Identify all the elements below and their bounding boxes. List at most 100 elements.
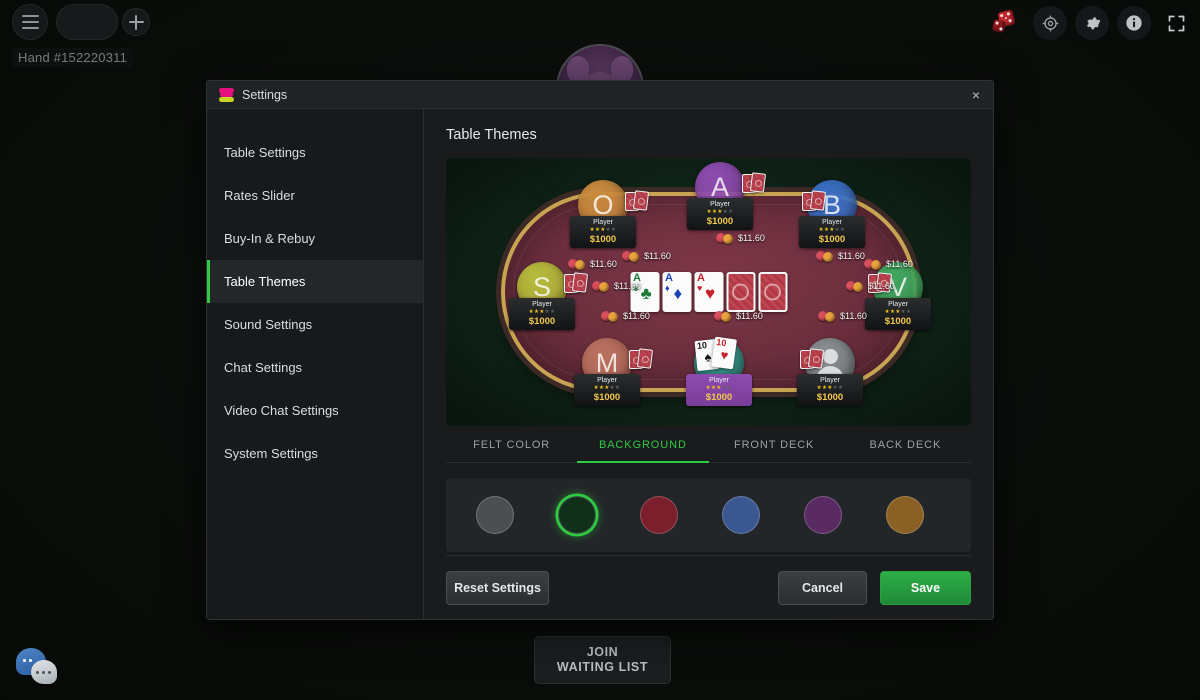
sidebar-item-table-themes[interactable]: Table Themes xyxy=(207,260,423,303)
seat-a-nameplate: Player ★★★★★ $1000 xyxy=(687,198,753,230)
table-theme-preview: O Player ★★★★★ $1000 A Player ★★★★★ $1000 B Playe… xyxy=(446,158,971,426)
join-waiting-list-button[interactable]: JOIN WAITING LIST xyxy=(534,636,671,684)
hamburger-menu-icon[interactable] xyxy=(12,4,48,40)
tab-background[interactable]: BACKGROUND xyxy=(577,426,709,463)
seat-s-hole-cards xyxy=(564,272,590,294)
seat-v-nameplate: Player ★★★★★ $1000 xyxy=(865,298,931,330)
player-name: Player xyxy=(820,377,840,384)
cancel-button[interactable]: Cancel xyxy=(778,570,867,605)
dialog-titlebar: Settings × xyxy=(207,81,993,109)
bet-amount: $11.60 xyxy=(738,233,765,243)
player-name: Player xyxy=(888,301,908,308)
top-toolbar xyxy=(0,0,1200,46)
bet-amount: $11.60 xyxy=(590,259,617,269)
sidebar-item-rates-slider[interactable]: Rates Slider xyxy=(207,174,423,217)
sidebar-item-buy-in-rebuy[interactable]: Buy-In & Rebuy xyxy=(207,217,423,260)
bet-chips-icon xyxy=(568,258,587,270)
tab-label: FELT COLOR xyxy=(473,439,551,451)
color-swatch-red[interactable] xyxy=(640,496,678,534)
player-stack: $1000 xyxy=(593,392,621,403)
bet-chips-icon xyxy=(816,250,835,262)
seat-a-hole-cards xyxy=(742,172,768,194)
sidebar-item-video-chat-settings[interactable]: Video Chat Settings xyxy=(207,389,423,432)
info-icon[interactable] xyxy=(1117,6,1151,40)
settings-dialog: Settings × Table Settings Rates Slider B… xyxy=(206,80,994,620)
sidebar-item-label: Video Chat Settings xyxy=(224,403,339,418)
player-bet-2: $11.60 xyxy=(716,232,765,244)
tab-back-deck[interactable]: BACK DECK xyxy=(840,426,971,462)
tab-label: BACK DECK xyxy=(869,439,942,451)
sidebar-item-label: Buy-In & Rebuy xyxy=(224,231,316,246)
hand-id-label: Hand #152220311 xyxy=(12,48,134,67)
bet-amount: $11.60 xyxy=(838,251,865,261)
bet-amount: $11.60 xyxy=(840,311,867,321)
player-name: Player xyxy=(710,201,730,208)
player-bet-9: $11.60 xyxy=(568,258,617,270)
sidebar-item-chat-settings[interactable]: Chat Settings xyxy=(207,346,423,389)
color-swatch-purple[interactable] xyxy=(804,496,842,534)
plus-icon[interactable] xyxy=(122,8,150,36)
player-stack: $1000 xyxy=(705,392,733,403)
player-name: Player xyxy=(597,377,617,384)
color-swatch-green[interactable] xyxy=(558,496,596,534)
sidebar-item-label: Chat Settings xyxy=(224,360,303,375)
seat-b-hole-cards xyxy=(802,190,828,212)
dialog-footer: Reset Settings Cancel Save xyxy=(446,555,971,619)
sidebar-item-label: Sound Settings xyxy=(224,317,313,332)
bet-amount: $11.60 xyxy=(623,311,650,321)
player-stack: $1000 xyxy=(706,216,734,227)
community-card-face-down xyxy=(726,272,755,312)
tab-felt-color[interactable]: FELT COLOR xyxy=(446,426,577,462)
sidebar-item-label: Rates Slider xyxy=(224,188,295,203)
seat-empty-hole-cards xyxy=(800,348,826,370)
bet-amount: $11.60 xyxy=(868,281,895,291)
bet-amount: $11.60 xyxy=(886,259,913,269)
close-icon[interactable]: × xyxy=(959,81,993,109)
seat-b-nameplate: Player ★★★★★ $1000 xyxy=(799,216,865,248)
target-icon[interactable] xyxy=(1033,6,1067,40)
tab-front-deck[interactable]: FRONT DECK xyxy=(709,426,840,462)
player-name: Player xyxy=(593,219,613,226)
bet-chips-icon xyxy=(716,232,735,244)
player-bet-8: $11.60 xyxy=(818,310,867,322)
sidebar-item-label: Table Settings xyxy=(224,145,306,160)
player-rating: ★★★★★ xyxy=(593,385,621,391)
reset-settings-button[interactable]: Reset Settings xyxy=(446,570,549,605)
dice-chips-icon[interactable] xyxy=(991,6,1025,40)
fullscreen-icon[interactable] xyxy=(1159,6,1193,40)
community-card-A♦: A ♦ ♦ xyxy=(662,272,691,312)
seat-empty-nameplate: Player ★★★★★ $1000 xyxy=(797,374,863,406)
player-stack: $1000 xyxy=(816,392,844,403)
player-rating: ★★★★★ xyxy=(706,209,734,215)
sidebar-item-sound-settings[interactable]: Sound Settings xyxy=(207,303,423,346)
bet-chips-icon xyxy=(601,310,620,322)
join-line-2: WAITING LIST xyxy=(556,660,649,674)
sidebar-item-table-settings[interactable]: Table Settings xyxy=(207,131,423,174)
player-name: Player xyxy=(822,219,842,226)
color-swatch-panel xyxy=(446,478,971,552)
player-rating: ★★★★★ xyxy=(884,309,912,315)
seat-m-nameplate: Player ★★★★★ $1000 xyxy=(574,374,640,406)
seat-o-nameplate: Player ★★★★★ $1000 xyxy=(570,216,636,248)
color-swatch-blue[interactable] xyxy=(722,496,760,534)
community-card-face-down xyxy=(758,272,787,312)
gear-icon[interactable] xyxy=(1075,6,1109,40)
save-button[interactable]: Save xyxy=(880,570,971,605)
player-rating: ★★★★★ xyxy=(589,227,617,233)
seat-hero-hole-cards: 10 ♠ 10 ♥ xyxy=(694,336,742,372)
chat-bubbles-icon[interactable] xyxy=(16,648,64,690)
page-title: Table Themes xyxy=(446,127,537,143)
player-bet-7: $11.60 xyxy=(714,310,763,322)
bet-amount: $11.60 xyxy=(736,311,763,321)
seat-o-hole-cards xyxy=(625,190,651,212)
bet-chips-icon xyxy=(592,280,611,292)
sidebar-item-system-settings[interactable]: System Settings xyxy=(207,432,423,475)
color-swatch-brown[interactable] xyxy=(886,496,924,534)
player-stack: $1000 xyxy=(589,234,617,245)
player-bet-4: $11.60 xyxy=(592,280,641,292)
color-swatch-gray[interactable] xyxy=(476,496,514,534)
table-tab[interactable] xyxy=(56,4,118,40)
hero-card: 10 ♥ xyxy=(711,336,737,370)
player-bet-3: $11.60 xyxy=(816,250,865,262)
sidebar-item-label: Table Themes xyxy=(224,274,306,289)
